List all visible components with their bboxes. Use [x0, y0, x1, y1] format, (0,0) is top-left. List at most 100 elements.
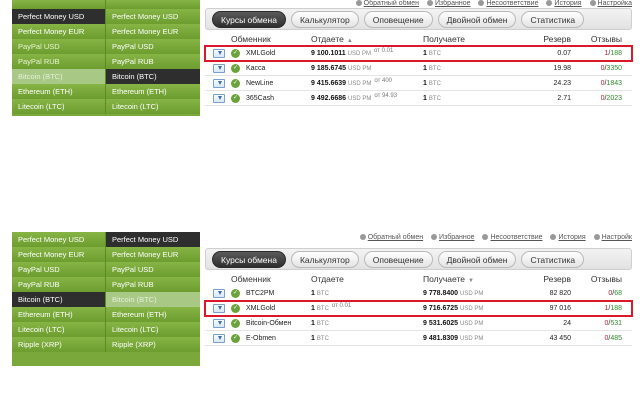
reverse-icon	[355, 0, 362, 7]
mismatch-link[interactable]: Несоответствие	[482, 234, 543, 241]
sidebar-get-item[interactable]	[106, 0, 200, 9]
sidebar-give-item[interactable]: PayPal RUB	[12, 54, 106, 69]
sidebar-get-item[interactable]: Perfect Money USD	[106, 9, 200, 24]
tab-rates[interactable]: Курсы обмена	[212, 10, 286, 28]
history-link[interactable]: История	[546, 0, 582, 7]
tab-statistics[interactable]: Статистика	[521, 10, 585, 28]
sidebar-get-item[interactable]: PayPal RUB	[106, 277, 200, 292]
sidebar-give-item[interactable]: PayPal USD	[12, 39, 106, 54]
reviews-count[interactable]: 0/1843	[571, 76, 626, 90]
mismatch-link[interactable]: Несоответствие	[478, 0, 538, 7]
sidebar-get-item[interactable]: PayPal RUB	[106, 54, 200, 69]
download-icon[interactable]	[213, 64, 225, 73]
sidebar-get-item[interactable]: Ethereum (ETH)	[106, 307, 200, 322]
sidebar-row: Ethereum (ETH) Ethereum (ETH)	[12, 84, 200, 99]
sidebar-give-item[interactable]: Litecoin (LTC)	[12, 322, 106, 337]
sidebar-row: Bitcoin (BTC) Bitcoin (BTC)	[12, 292, 200, 307]
sidebar-give-item[interactable]: PayPal RUB	[12, 277, 106, 292]
table-row[interactable]: ✓ Bitcoin-Обмен 1 BTC 9 531.6025 USD PM 24 0/53…	[205, 316, 632, 331]
reverse-exchange-link[interactable]: Обратный обмен	[355, 0, 419, 7]
tab-double-exchange[interactable]: Двойной обмен	[437, 250, 517, 268]
header-get[interactable]: Получаете ▼	[423, 272, 523, 286]
header-reserve[interactable]: Резерв	[523, 272, 571, 286]
sidebar-get-item[interactable]: Perfect Money EUR	[106, 24, 200, 39]
table-row[interactable]: ✓ 365Cash 9 492.6686 USD PM от 94.93 1 BTC 2.71…	[205, 91, 632, 106]
tab-calculator[interactable]: Калькулятор	[290, 10, 359, 28]
sidebar-give-item[interactable]: Perfect Money EUR	[12, 24, 106, 39]
sidebar-get-item[interactable]: Ethereum (ETH)	[106, 84, 200, 99]
download-icon[interactable]	[213, 49, 225, 58]
tab-calculator[interactable]: Калькулятор	[290, 250, 359, 268]
settings-link[interactable]: Настройк	[593, 234, 632, 241]
tab-statistics[interactable]: Статистика	[521, 250, 585, 268]
tab-alerts[interactable]: Оповещение	[363, 250, 433, 268]
table-row[interactable]: ✓ E-Obmen 1 BTC 9 481.8309 USD PM 43 450 0/485	[205, 331, 632, 346]
settings-link[interactable]: Настройка	[589, 0, 632, 7]
sidebar-get-item[interactable]: Bitcoin (BTC)	[106, 292, 200, 307]
sidebar-get-item[interactable]: Perfect Money EUR	[106, 247, 200, 262]
reviews-count[interactable]: 0/3350	[571, 61, 626, 75]
table-header: Обменник Отдаете ▲ Получаете Резерв Отзыв…	[205, 32, 632, 46]
sidebar-give-item-selected[interactable]: Perfect Money USD	[12, 9, 106, 24]
history-link[interactable]: История	[550, 234, 586, 241]
download-icon[interactable]	[213, 289, 225, 298]
sidebar-give-item[interactable]: Ethereum (ETH)	[12, 84, 106, 99]
table-row[interactable]: ✓ NewLine 9 415.6639 USD PM от 400 1 BTC 24.23 0…	[205, 76, 632, 91]
header-exchanger[interactable]: Обменник	[231, 32, 311, 46]
sidebar-get-item[interactable]: Litecoin (LTC)	[106, 99, 200, 114]
exchanger-name[interactable]: ✓ 365Cash	[231, 91, 311, 105]
exchanger-name[interactable]: ✓ XMLGold	[231, 301, 311, 315]
reviews-count[interactable]: 0/485	[571, 331, 626, 345]
sort-desc-icon: ▼	[468, 278, 474, 284]
header-reserve[interactable]: Резерв	[523, 32, 571, 46]
favorites-link[interactable]: Избранное	[427, 0, 470, 7]
exchanger-name[interactable]: ✓ E-Obmen	[231, 331, 311, 345]
sidebar-get-item[interactable]: PayPal USD	[106, 262, 200, 277]
exchanger-name[interactable]: ✓ Bitcoin-Обмен	[231, 316, 311, 330]
table-row[interactable]: ✓ Kacca 9 185.6745 USD PM 1 BTC 19.98 0/3350	[205, 61, 632, 76]
reviews-count[interactable]: 0/2023	[571, 91, 626, 105]
sidebar-give-item[interactable]: Bitcoin (BTC)	[12, 69, 106, 84]
header-reviews[interactable]: Отзывы	[571, 272, 626, 286]
sidebar-give-item[interactable]: Perfect Money USD	[12, 232, 106, 247]
sidebar-get-item-selected[interactable]: Perfect Money USD	[106, 232, 200, 247]
reviews-count[interactable]: 0/531	[571, 316, 626, 330]
exchanger-name[interactable]: ✓ XMLGold	[231, 46, 311, 60]
table-row[interactable]: ✓ BTC2PM 1 BTC 9 778.8400 USD PM 82 820 0/68	[205, 286, 632, 301]
reviews-count[interactable]: 0/68	[571, 286, 626, 300]
download-icon[interactable]	[213, 319, 225, 328]
sidebar-give-item[interactable]: Perfect Money EUR	[12, 247, 106, 262]
sidebar-give-item[interactable]: Ripple (XRP)	[12, 337, 106, 352]
tab-rates[interactable]: Курсы обмена	[212, 250, 286, 268]
tab-alerts[interactable]: Оповещение	[363, 10, 433, 28]
tab-double-exchange[interactable]: Двойной обмен	[437, 10, 517, 28]
sidebar-get-item[interactable]: Litecoin (LTC)	[106, 322, 200, 337]
warning-icon	[478, 0, 485, 7]
download-icon[interactable]	[213, 334, 225, 343]
sidebar-give-item[interactable]: Litecoin (LTC)	[12, 99, 106, 114]
exchanger-name[interactable]: ✓ NewLine	[231, 76, 311, 90]
sidebar-get-item[interactable]: Ripple (XRP)	[106, 337, 200, 352]
exchanger-name[interactable]: ✓ Kacca	[231, 61, 311, 75]
reviews-count[interactable]: 1/188	[571, 46, 626, 60]
header-reviews[interactable]: Отзывы	[571, 32, 626, 46]
reviews-count[interactable]: 1/188	[571, 301, 626, 315]
download-icon[interactable]	[213, 79, 225, 88]
reverse-exchange-link[interactable]: Обратный обмен	[359, 234, 423, 241]
header-get[interactable]: Получаете	[423, 32, 523, 46]
sidebar-give-item-selected[interactable]: Bitcoin (BTC)	[12, 292, 106, 307]
favorites-link[interactable]: Избранное	[431, 234, 475, 241]
download-icon[interactable]	[213, 304, 225, 313]
sidebar-get-item-selected[interactable]: Bitcoin (BTC)	[106, 69, 200, 84]
sidebar-give-item[interactable]	[12, 0, 106, 9]
download-icon[interactable]	[213, 94, 225, 103]
sidebar-get-item[interactable]: PayPal USD	[106, 39, 200, 54]
exchanger-name[interactable]: ✓ BTC2PM	[231, 286, 311, 300]
table-row-highlighted[interactable]: ✓ XMLGold 9 100.1011 USD PM от 0.01 1 BTC 0.07 1…	[204, 45, 633, 62]
sidebar-give-item[interactable]: Ethereum (ETH)	[12, 307, 106, 322]
header-give[interactable]: Отдаете ▲	[311, 32, 423, 46]
table-row-highlighted[interactable]: ✓ XMLGold 1 BTC от 0.01 9 716.6725 USD PM 97 01…	[204, 300, 633, 317]
header-exchanger[interactable]: Обменник	[231, 272, 311, 286]
header-give[interactable]: Отдаете	[311, 272, 423, 286]
sidebar-give-item[interactable]: PayPal USD	[12, 262, 106, 277]
